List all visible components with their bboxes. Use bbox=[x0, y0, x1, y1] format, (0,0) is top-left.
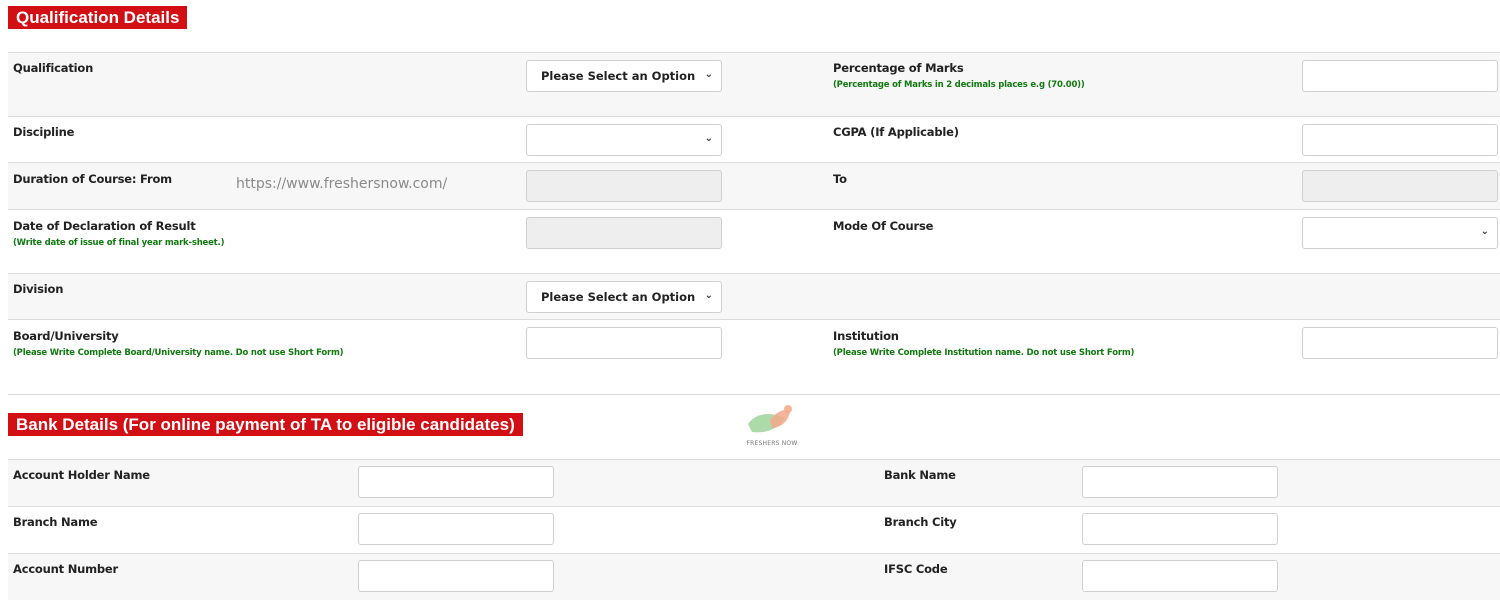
bank-name-label: Bank Name bbox=[884, 468, 956, 482]
ifsc-input[interactable] bbox=[1082, 560, 1278, 592]
qualification-select[interactable]: Please Select an Option ⌄ bbox=[526, 60, 722, 92]
division-label: Division bbox=[13, 282, 64, 296]
branch-name-input[interactable] bbox=[358, 513, 554, 545]
logo-text: FRESHERS NOW bbox=[746, 440, 798, 447]
percentage-input[interactable] bbox=[1302, 60, 1498, 92]
mode-of-course-select[interactable]: ⌄ bbox=[1302, 217, 1498, 249]
row-division bbox=[8, 273, 1500, 320]
branch-city-input[interactable] bbox=[1082, 513, 1278, 545]
chevron-down-icon: ⌄ bbox=[704, 133, 713, 144]
cgpa-input[interactable] bbox=[1302, 124, 1498, 156]
bank-section-title: Bank Details (For online payment of TA t… bbox=[8, 413, 523, 436]
discipline-select[interactable]: ⌄ bbox=[526, 124, 722, 156]
logo-bird-icon bbox=[748, 405, 792, 433]
percentage-label: Percentage of Marks bbox=[833, 61, 964, 75]
institution-input[interactable] bbox=[1302, 327, 1498, 359]
freshersnow-logo: FRESHERS NOW bbox=[742, 402, 802, 448]
chevron-down-icon: ⌄ bbox=[1480, 226, 1489, 237]
chevron-down-icon: ⌄ bbox=[704, 69, 713, 80]
mode-of-course-label: Mode Of Course bbox=[833, 219, 934, 233]
declaration-date-input[interactable] bbox=[526, 217, 722, 249]
branch-name-label: Branch Name bbox=[13, 515, 98, 529]
declaration-date-label: Date of Declaration of Result bbox=[13, 219, 196, 233]
watermark-url: https://www.freshersnow.com/ bbox=[236, 176, 448, 192]
duration-to-input[interactable] bbox=[1302, 170, 1498, 202]
board-university-hint: (Please Write Complete Board/University … bbox=[13, 348, 344, 358]
ifsc-label: IFSC Code bbox=[884, 562, 948, 576]
duration-from-input[interactable] bbox=[526, 170, 722, 202]
account-holder-input[interactable] bbox=[358, 466, 554, 498]
bank-name-input[interactable] bbox=[1082, 466, 1278, 498]
account-number-input[interactable] bbox=[358, 560, 554, 592]
row-duration bbox=[8, 162, 1500, 210]
row-discipline bbox=[8, 116, 1500, 163]
duration-to-label: To bbox=[833, 172, 847, 186]
percentage-hint: (Percentage of Marks in 2 decimals place… bbox=[833, 80, 1085, 90]
division-select-value: Please Select an Option bbox=[541, 290, 696, 304]
duration-from-label: Duration of Course: From bbox=[13, 172, 172, 186]
board-university-label: Board/University bbox=[13, 329, 119, 343]
qualification-section-title: Qualification Details bbox=[8, 6, 188, 29]
division-select[interactable]: Please Select an Option ⌄ bbox=[526, 281, 722, 313]
discipline-label: Discipline bbox=[13, 125, 75, 139]
row-qualification bbox=[8, 52, 1500, 116]
account-number-label: Account Number bbox=[13, 562, 119, 576]
institution-hint: (Please Write Complete Institution name.… bbox=[833, 348, 1135, 358]
board-university-input[interactable] bbox=[526, 327, 722, 359]
qualification-label: Qualification bbox=[13, 61, 94, 75]
institution-label: Institution bbox=[833, 329, 899, 343]
chevron-down-icon: ⌄ bbox=[704, 290, 713, 301]
cgpa-label: CGPA (If Applicable) bbox=[833, 125, 959, 139]
declaration-date-hint: (Write date of issue of final year mark-… bbox=[13, 238, 225, 248]
qualification-select-value: Please Select an Option bbox=[541, 69, 696, 83]
branch-city-label: Branch City bbox=[884, 515, 957, 529]
row-declaration bbox=[8, 209, 1500, 273]
account-holder-label: Account Holder Name bbox=[13, 468, 150, 482]
